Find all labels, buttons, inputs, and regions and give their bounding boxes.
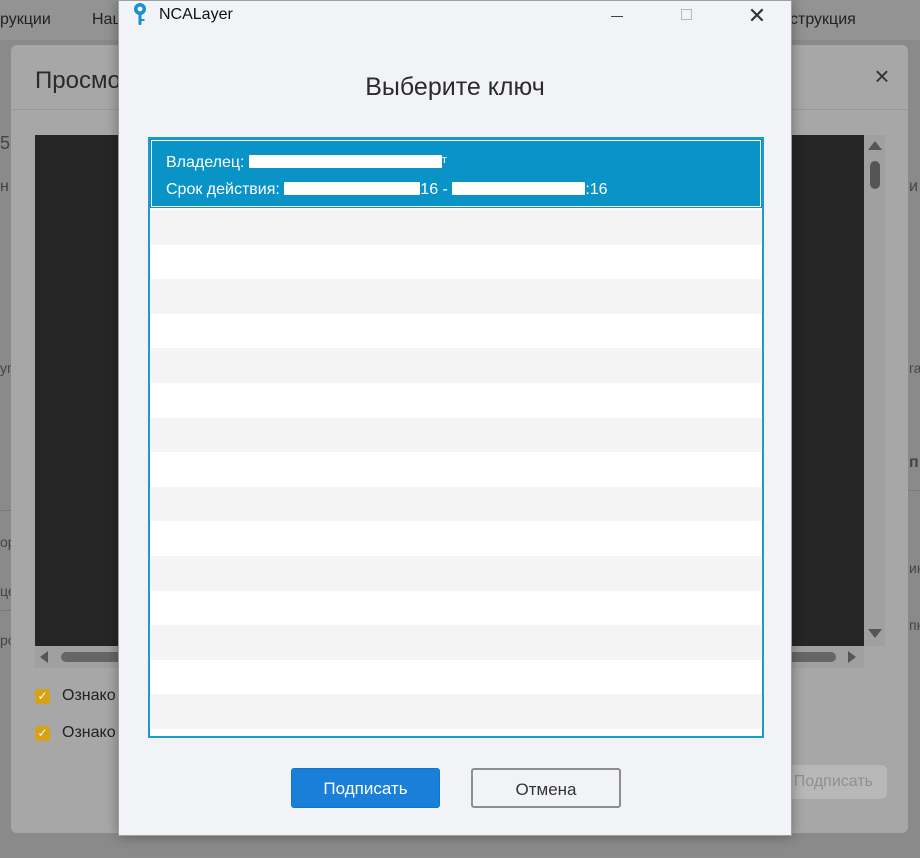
modal-title: Просмо — [35, 67, 121, 94]
validity-to-tail: :16 — [585, 181, 608, 198]
edge-text: ин — [909, 560, 920, 576]
edge-text: и — [909, 178, 918, 195]
background-sign-button[interactable]: Подписать — [781, 765, 887, 799]
edge-text: п — [909, 454, 919, 471]
vertical-scrollbar[interactable] — [864, 135, 885, 646]
divider — [0, 610, 11, 611]
divider — [0, 510, 11, 511]
edge-text: га — [909, 360, 920, 376]
maximize-button[interactable] — [665, 1, 709, 31]
owner-tail: т — [441, 154, 447, 166]
divider — [908, 490, 920, 491]
arrow-up-icon[interactable] — [868, 141, 882, 150]
close-icon[interactable]: × — [869, 63, 895, 89]
edge-text: пн — [909, 617, 920, 633]
validity-separator: - — [442, 181, 448, 198]
checkbox[interactable]: ✓ — [35, 726, 50, 741]
window-titlebar[interactable]: NCALayer ✕ — [119, 1, 791, 31]
redacted-owner — [248, 155, 442, 168]
checkbox[interactable]: ✓ — [35, 689, 50, 704]
close-button[interactable]: ✕ — [735, 1, 779, 31]
validity-label: Срок действия: — [166, 181, 280, 198]
redacted-date — [284, 182, 421, 195]
window-title: NCALayer — [159, 6, 233, 23]
key-list-item[interactable]: Владелец: т Срок действия: 16 - :16 — [150, 139, 762, 208]
empty-list-area — [150, 210, 762, 736]
minimize-button[interactable] — [595, 1, 639, 31]
dialog-heading: Выберите ключ — [365, 73, 545, 101]
topbar-item[interactable]: рукции — [0, 11, 51, 29]
arrow-left-icon[interactable] — [40, 651, 48, 663]
owner-label: Владелец: — [166, 154, 245, 171]
key-pin-icon — [134, 3, 146, 25]
cancel-button[interactable]: Отмена — [471, 768, 621, 808]
key-list[interactable]: Владелец: т Срок действия: 16 - :16 — [148, 137, 764, 738]
validity-line: Срок действия: 16 - :16 — [166, 181, 608, 199]
validity-from-tail: 16 — [420, 181, 439, 198]
redacted-date — [452, 182, 586, 195]
scrollbar-thumb[interactable] — [870, 161, 880, 189]
checkbox-label: Ознако — [62, 724, 116, 741]
arrow-right-icon[interactable] — [848, 651, 856, 663]
checkbox-label: Ознако — [62, 687, 116, 704]
arrow-down-icon[interactable] — [868, 629, 882, 638]
ncalayer-dialog: NCALayer ✕ Выберите ключ Владелец: т Сро… — [118, 0, 792, 836]
topbar-item[interactable]: струкция — [790, 11, 856, 29]
owner-line: Владелец: т — [166, 154, 447, 172]
sign-button[interactable]: Подписать — [291, 768, 440, 808]
